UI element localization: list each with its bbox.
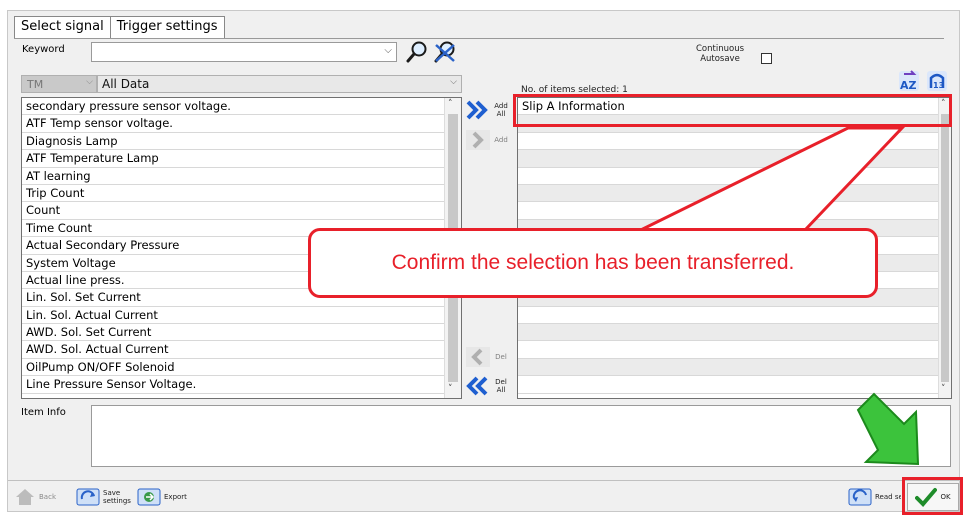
callout-text: Confirm the selection has been transferr… <box>391 251 795 274</box>
selected-item-highlight <box>513 94 952 127</box>
green-arrow-icon <box>856 392 920 466</box>
ok-button-highlight <box>902 477 963 515</box>
annotation-callout: Confirm the selection has been transferr… <box>308 228 878 298</box>
